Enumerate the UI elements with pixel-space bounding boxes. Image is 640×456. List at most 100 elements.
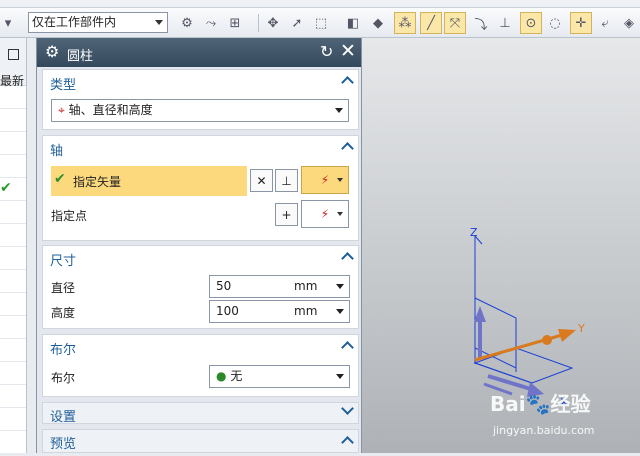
navigator-row[interactable] [0,247,26,270]
diameter-input[interactable]: 50 mm [209,275,350,298]
boolean-dropdown[interactable]: ● 无 [209,365,350,388]
axis-group: 轴 ✔ 指定矢量 ✕ ⊥ ⚡ 指定点 + ⚡ [42,135,359,241]
snap-points-icon[interactable]: ⁂ [394,12,416,34]
tangent-icon[interactable]: ⊥ [494,12,516,34]
center-point-icon[interactable]: ⊙ [520,12,542,34]
navigator-row[interactable] [0,408,26,431]
reset-icon[interactable]: ↻ [320,42,333,61]
expand-icon[interactable] [341,402,354,415]
type-group-header[interactable]: 类型 [43,70,358,94]
vector-type-dropdown[interactable]: ⚡ [301,166,349,194]
navigator-row[interactable] [0,109,26,132]
misc-icon[interactable]: ◈ [618,12,640,34]
point-lightning-icon: ⚡ [320,207,330,221]
curve-icon[interactable]: ⤵ [470,12,492,34]
height-input[interactable]: 100 mm [209,300,350,323]
boolean-group-header[interactable]: 布尔 [43,335,358,359]
size-group-header[interactable]: 尺寸 [43,246,358,270]
box-select-icon[interactable]: ⬚ [310,12,332,34]
collapse-icon[interactable] [341,436,354,449]
navigator-row[interactable] [0,270,26,293]
chevron-down-icon [336,309,344,314]
vector-dialog-button[interactable]: ⊥ [275,169,298,192]
boolean-none-icon: ● [216,369,227,383]
reverse-direction-button[interactable]: ✕ [250,169,273,192]
navigator-row[interactable] [0,132,26,155]
snap-icon[interactable]: ⤳ [200,12,222,34]
navigator-row[interactable] [0,224,26,247]
shade-icon[interactable]: ◆ [367,12,389,34]
close-icon[interactable]: ✕ [340,40,356,62]
type-dropdown[interactable]: ⌖ 轴、直径和高度 [51,99,349,122]
collapse-icon[interactable] [341,142,354,155]
axis-group-title: 轴 [50,144,64,159]
cross-point-icon[interactable]: ✛ [570,12,592,34]
part-navigator-pane: 最新 ✔ [0,38,27,453]
diameter-unit: mm [294,279,318,293]
type-group-title: 类型 [50,78,77,93]
navigator-row[interactable] [0,339,26,362]
type-value: 轴、直径和高度 [68,103,153,117]
type-group: 类型 ⌖ 轴、直径和高度 [42,69,359,130]
boolean-value: 无 [230,369,243,383]
boolean-group-title: 布尔 [50,343,77,358]
arrow-icon[interactable]: ➚ [286,12,308,34]
line-point-icon[interactable]: ╱ [420,12,442,34]
size-group: 尺寸 直径 50 mm 高度 100 mm [42,245,359,329]
preview-group-header[interactable]: 预览 [43,430,358,454]
chevron-down-icon [335,108,343,113]
specify-point-label: 指定点 [51,209,88,223]
navigator-row[interactable] [0,293,26,316]
boolean-label: 布尔 [51,371,76,385]
selection-scope-dropdown[interactable]: 仅在工作部件内 [28,12,168,33]
filter-icon[interactable]: ⚙ [176,12,198,34]
watermark-url: jingyan.baidu.com [493,424,595,437]
check-icon: ✔ [54,171,66,187]
collapse-icon[interactable] [341,76,354,89]
navigator-row[interactable] [0,86,26,109]
height-value: 100 [216,304,239,318]
selection-toolbar: ▾ 仅在工作部件内 ⚙ ⤳ ⊞ ✥ ➚ ⬚ ◧ ◆ ⁂ ╱ ⤧ ⤵ ⊥ ⊙ ◌ … [0,8,640,38]
axis-group-header[interactable]: 轴 [43,136,358,160]
point-snap-icon[interactable]: ⊞ [224,12,246,34]
toolbar-divider [258,14,259,32]
diameter-value: 50 [216,279,232,293]
collapse-icon[interactable] [341,252,354,265]
settings-group-header[interactable]: 设置 [43,402,358,427]
navigator-header: 最新 [0,38,26,88]
cube-icon[interactable]: ◧ [342,12,364,34]
datum-frame [473,235,574,384]
point-type-dropdown[interactable]: ⚡ [301,200,349,228]
intersect-icon[interactable]: ⤧ [444,12,466,34]
settings-group-title: 设置 [50,410,77,425]
chevron-down-icon [337,212,343,216]
toolbar-grip: ▾ [4,15,12,31]
diameter-label: 直径 [51,281,76,295]
chevron-down-icon [337,178,343,182]
navigator-row[interactable] [0,362,26,385]
navigator-row[interactable]: ✔ [0,178,26,201]
height-unit: mm [294,304,318,318]
vector-arrow-up [474,306,486,358]
navigator-row[interactable] [0,201,26,224]
navigator-row[interactable] [0,316,26,339]
preview-group-title: 预览 [50,437,77,452]
dialog-titlebar: ⚙ 圆柱 ↻ ✕ [37,38,361,67]
settings-group: 设置 [42,402,359,427]
point-dialog-button[interactable]: + [275,203,298,226]
specify-vector-row[interactable]: ✔ 指定矢量 [51,166,247,196]
collapse-icon[interactable] [341,341,354,354]
vector-arrow-y [474,329,576,362]
selection-scope-value: 仅在工作部件内 [32,15,117,29]
height-label: 高度 [51,306,76,320]
navigator-row[interactable] [0,155,26,178]
move-icon[interactable]: ✥ [262,12,284,34]
navigator-row[interactable] [0,385,26,408]
chevron-down-icon [155,20,163,25]
quadrant-icon[interactable]: ◌ [544,12,566,34]
point-on-curve-icon[interactable]: ⤶ [594,12,616,34]
chevron-down-icon [336,284,344,289]
watermark-logo: Bai🐾经验 [490,392,591,416]
axis-y-label: Y [577,322,585,335]
maximize-icon[interactable] [8,49,19,60]
